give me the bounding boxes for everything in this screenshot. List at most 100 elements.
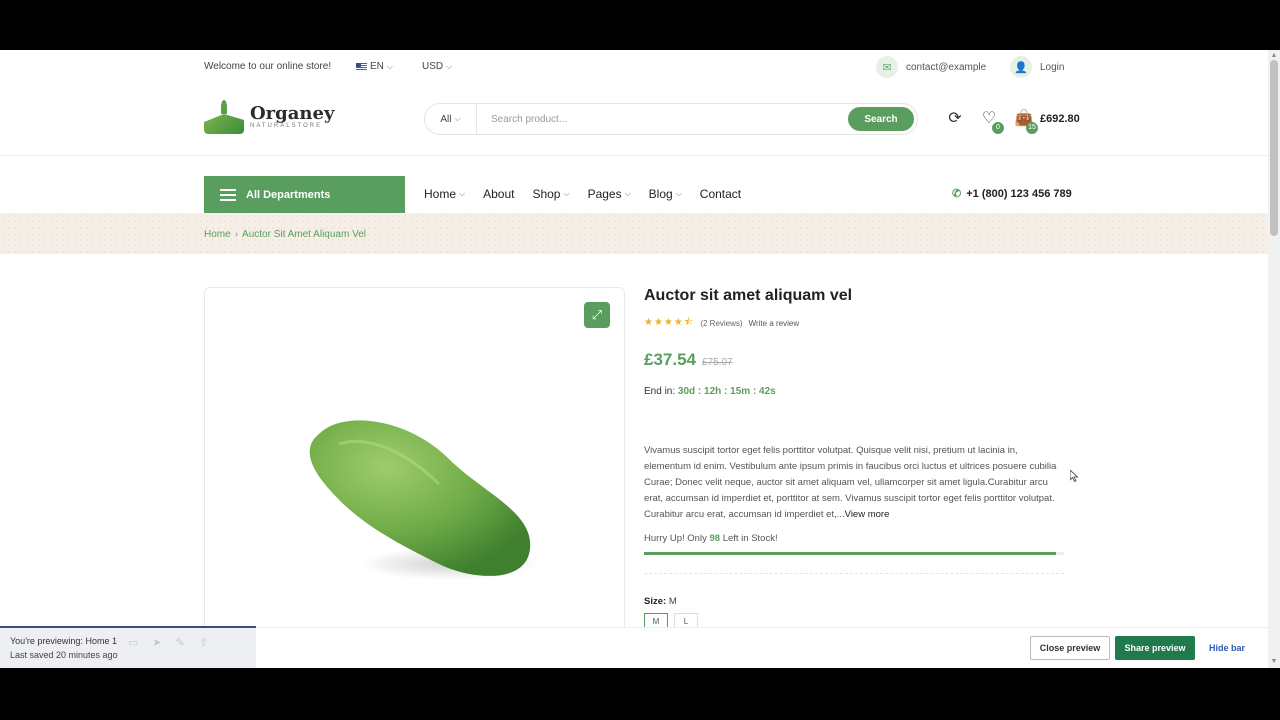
close-preview-button[interactable]: Close preview xyxy=(1030,636,1110,660)
wishlist-icon[interactable]: ♡ 0 xyxy=(980,110,1004,134)
nav-menu: Home ⌵ About Shop ⌵ Pages ⌵ Blog ⌵ Contact xyxy=(424,187,741,201)
nav-item-label: Contact xyxy=(699,187,742,201)
review-count[interactable]: (2 Reviews) xyxy=(700,319,742,328)
stock-prefix: Hurry Up! Only xyxy=(644,533,707,544)
nav-item-home[interactable]: Home ⌵ xyxy=(424,187,465,201)
desktop-icon[interactable]: ▭ xyxy=(128,636,138,649)
nav-item-label: About xyxy=(483,187,515,201)
logo-mark-icon xyxy=(204,100,244,134)
cart-icon[interactable]: 👜 15 xyxy=(1014,110,1038,134)
nav-item-label: Home xyxy=(424,187,457,201)
welcome-text: Welcome to our online store! xyxy=(204,61,332,72)
contact-email: contact@example xyxy=(906,61,987,73)
stock-progress-bar xyxy=(644,552,1064,555)
nav-item-shop[interactable]: Shop ⌵ xyxy=(532,187,569,201)
previewing-label: You're previewing: xyxy=(10,636,83,646)
login-label: Login xyxy=(1040,61,1065,73)
cart-count-badge: 15 xyxy=(1026,122,1038,134)
chevron-down-icon: ⌵ xyxy=(624,189,631,198)
product-price: £37.54 £75.07 xyxy=(644,350,1064,370)
search-category-label: All xyxy=(440,113,452,125)
star-rating-icon: ★★★★⯪ xyxy=(644,317,695,328)
nav-item-pages[interactable]: Pages ⌵ xyxy=(588,187,631,201)
search-button[interactable]: Search xyxy=(848,107,914,131)
previewing-page: Home 1 xyxy=(85,636,117,646)
product-rating: ★★★★⯪ (2 Reviews) Write a review xyxy=(644,315,1064,332)
top-bar: Welcome to our online store! EN ⌵ USD ⌵ … xyxy=(0,50,1268,86)
language-label: EN xyxy=(370,61,384,72)
preview-tools: ▭ ➤ ✎ ⇪ xyxy=(128,636,208,649)
edit-icon[interactable]: ✎ xyxy=(176,636,185,649)
divider xyxy=(644,573,1064,574)
end-in-label: End in: xyxy=(644,386,676,397)
mouse-cursor-icon xyxy=(1070,470,1078,482)
compare-icon[interactable]: ⟳ xyxy=(946,110,964,128)
upload-icon[interactable]: ⇪ xyxy=(199,636,208,649)
page-scrollbar[interactable]: ▲ ▼ xyxy=(1268,50,1280,668)
phone-number: +1 (800) 123 456 789 xyxy=(966,187,1072,200)
nav-item-label: Shop xyxy=(532,187,561,201)
share-preview-button[interactable]: Share preview xyxy=(1115,636,1195,660)
scrollbar-thumb[interactable] xyxy=(1270,60,1278,236)
cart-total[interactable]: £692.80 xyxy=(1040,113,1080,125)
search-category-select[interactable]: All ⌵ xyxy=(425,104,477,134)
hide-bar-button[interactable]: Hide bar xyxy=(1202,636,1252,660)
stock-suffix: Left in Stock! xyxy=(722,533,778,544)
countdown-value: 30d : 12h : 15m : 42s xyxy=(677,386,776,397)
scroll-up-icon[interactable]: ▲ xyxy=(1270,52,1278,60)
old-price: £75.07 xyxy=(702,357,733,368)
previewing-line: You're previewing: Home 1 xyxy=(10,636,117,646)
size-value: M xyxy=(668,596,677,607)
breadcrumb-current: Auctor Sit Amet Aliquam Vel xyxy=(242,229,366,240)
last-saved: Last saved 20 minutes ago xyxy=(10,650,118,660)
chevron-down-icon: ⌵ xyxy=(459,189,466,198)
logo-name: Organey xyxy=(250,103,335,124)
product-gallery: ⤢ xyxy=(204,287,625,668)
phone-link[interactable]: ✆ +1 (800) 123 456 789 xyxy=(952,187,1072,201)
product-title: Auctor sit amet aliquam vel xyxy=(644,287,853,304)
nav-item-contact[interactable]: Contact xyxy=(700,187,741,201)
site-logo[interactable]: Organey NATURALSTORE xyxy=(204,100,334,134)
contact-email-link[interactable]: ✉ contact@example xyxy=(876,56,986,78)
pointer-icon[interactable]: ➤ xyxy=(152,636,161,649)
size-label: Size: xyxy=(644,596,667,607)
chevron-down-icon: ⌵ xyxy=(454,114,461,123)
header-icons: ⟳ ♡ 0 👜 15 £692.80 xyxy=(946,110,1080,134)
login-link[interactable]: 👤 Login xyxy=(1010,56,1064,78)
nav-item-blog[interactable]: Blog ⌵ xyxy=(649,187,682,201)
phone-icon: ✆ xyxy=(952,188,962,200)
all-departments-label: All Departments xyxy=(246,188,331,201)
expand-icon[interactable]: ⤢ xyxy=(584,302,610,328)
chevron-down-icon: ⌵ xyxy=(446,61,453,71)
breadcrumb-separator: › xyxy=(234,229,239,240)
currency-label: USD xyxy=(422,61,444,72)
breadcrumb-home[interactable]: Home xyxy=(204,229,231,240)
chevron-down-icon: ⌵ xyxy=(675,189,682,198)
stock-progress-fill xyxy=(644,552,1056,555)
currency-selector[interactable]: USD ⌵ xyxy=(422,61,452,72)
write-review-link[interactable]: Write a review xyxy=(749,319,800,328)
stock-notice: Hurry Up! Only 98 Left in Stock! xyxy=(644,533,1064,544)
view-more-link[interactable]: View more xyxy=(845,509,890,520)
nav-item-about[interactable]: About xyxy=(483,187,514,201)
wishlist-count-badge: 0 xyxy=(992,122,1004,134)
us-flag-icon xyxy=(356,63,367,70)
search-input[interactable] xyxy=(477,113,848,125)
nav-item-label: Pages xyxy=(587,187,622,201)
stock-count: 98 xyxy=(709,533,721,544)
nav-item-label: Blog xyxy=(648,187,673,201)
chevron-down-icon: ⌵ xyxy=(386,61,393,71)
current-price: £37.54 xyxy=(644,350,696,369)
language-selector[interactable]: EN ⌵ xyxy=(356,61,393,72)
scroll-down-icon[interactable]: ▼ xyxy=(1270,658,1278,666)
menu-icon xyxy=(220,188,236,201)
all-departments-button[interactable]: All Departments xyxy=(204,176,405,213)
main-navigation: All Departments Home ⌵ About Shop ⌵ Pages ⌵… xyxy=(0,156,1268,213)
preview-action-bar: Close preview Share preview Hide bar xyxy=(256,627,1268,668)
mail-icon: ✉ xyxy=(876,56,898,78)
browser-viewport: Welcome to our online store! EN ⌵ USD ⌵ … xyxy=(0,50,1280,668)
product-details: Auctor sit amet aliquam vel ★★★★⯪ (2 Rev… xyxy=(644,287,1064,631)
site-header: Organey NATURALSTORE All ⌵ Search ⟳ ♡0 👜… xyxy=(0,86,1268,156)
product-description: Vivamus suscipit tortor eget felis portt… xyxy=(644,443,1064,523)
preview-status-card: You're previewing: Home 1 Last saved 20 … xyxy=(0,626,256,668)
